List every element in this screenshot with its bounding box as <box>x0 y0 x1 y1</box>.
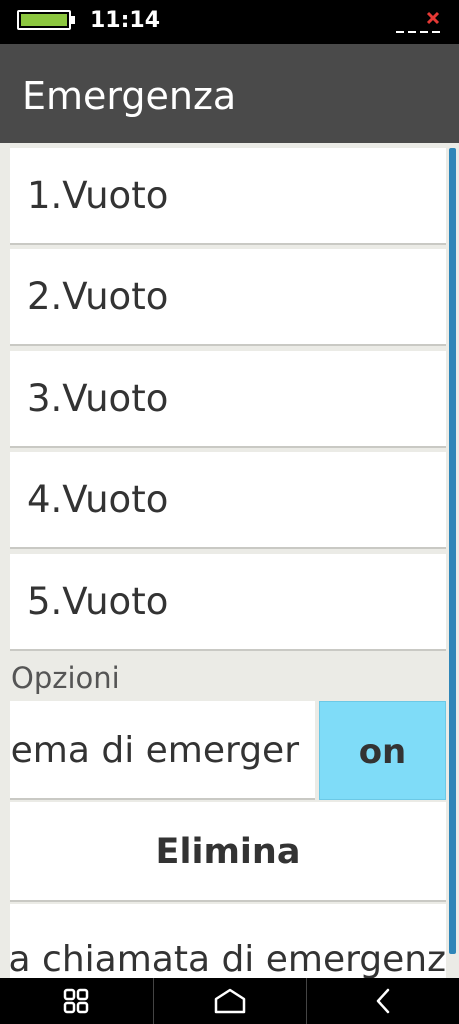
emergency-slot-4[interactable]: 4.Vuoto <box>10 452 446 549</box>
status-time: 11:14 <box>90 8 161 33</box>
home-icon <box>214 988 246 1014</box>
emergency-slot-3[interactable]: 3.Vuoto <box>10 351 446 448</box>
emergency-slot-2[interactable]: 2.Vuoto <box>10 249 446 346</box>
back-button[interactable] <box>307 978 459 1024</box>
emergency-call-option[interactable]: a chiamata di emergenz <box>10 904 446 978</box>
status-bar: 11:14 <box>0 0 459 44</box>
title-bar: Emergenza <box>0 44 459 143</box>
emergency-system-toggle[interactable]: on <box>319 701 446 800</box>
navigation-bar <box>0 978 459 1024</box>
no-signal-icon <box>396 11 440 33</box>
slot-label: 5.Vuoto <box>27 580 169 623</box>
slot-label: 4.Vuoto <box>27 478 169 521</box>
content-area[interactable]: 1.Vuoto 2.Vuoto 3.Vuoto 4.Vuoto 5.Vuoto … <box>0 143 459 978</box>
toggle-label: on <box>358 732 407 772</box>
emergency-call-label: a chiamata di emergenz <box>10 939 446 978</box>
back-icon <box>376 988 390 1014</box>
page-title: Emergenza <box>22 74 237 118</box>
battery-level <box>21 14 67 26</box>
recent-apps-icon <box>63 988 89 1014</box>
emergency-system-label: ema di emerger <box>10 730 299 771</box>
battery-cap <box>71 16 75 24</box>
scrollbar[interactable] <box>449 148 456 954</box>
options-section-label: Opzioni <box>11 661 120 695</box>
slot-label: 2.Vuoto <box>27 275 169 318</box>
recent-apps-button[interactable] <box>0 978 152 1024</box>
battery-icon <box>17 10 71 30</box>
slot-label: 3.Vuoto <box>27 377 169 420</box>
home-button[interactable] <box>154 978 306 1024</box>
slot-label: 1.Vuoto <box>27 174 169 217</box>
emergency-slot-1[interactable]: 1.Vuoto <box>10 148 446 245</box>
emergency-slot-5[interactable]: 5.Vuoto <box>10 554 446 651</box>
emergency-system-option[interactable]: ema di emerger <box>10 701 315 800</box>
delete-button-label: Elimina <box>155 832 301 872</box>
delete-button[interactable]: Elimina <box>10 802 446 902</box>
